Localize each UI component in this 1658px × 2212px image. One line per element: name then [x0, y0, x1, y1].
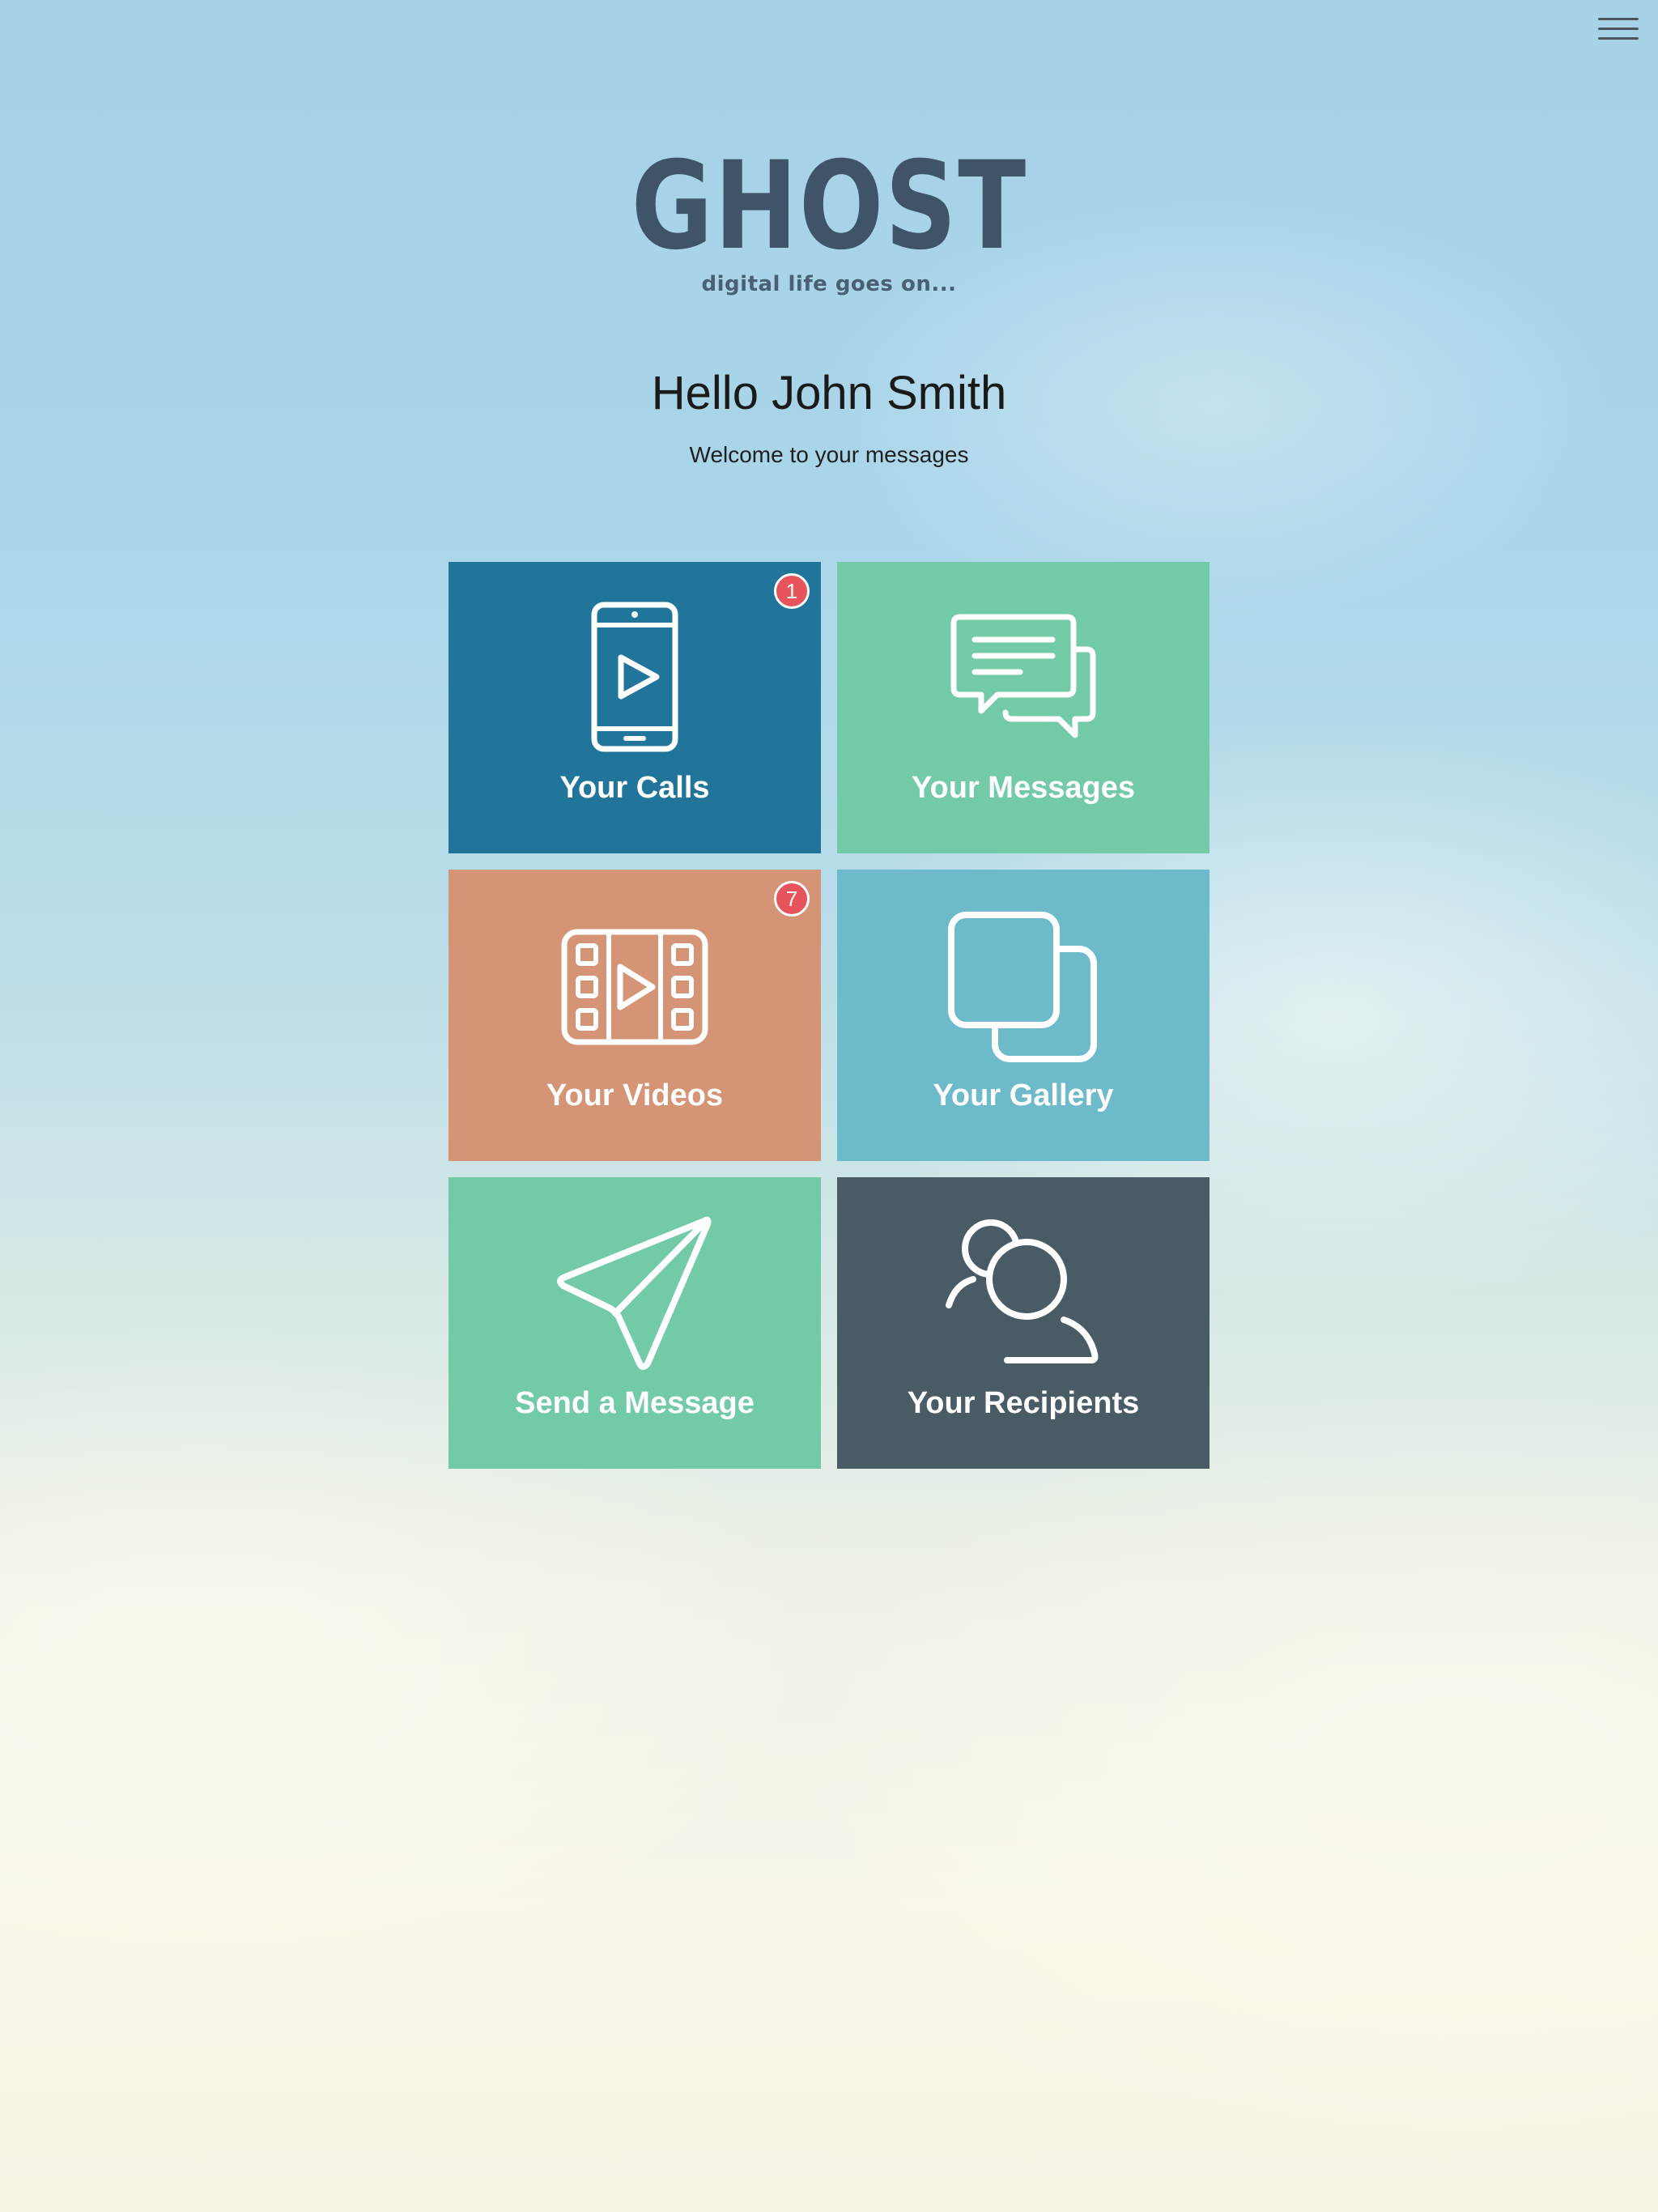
gallery-squares-icon	[948, 912, 1097, 1062]
send-a-message-tile[interactable]: Send a Message	[449, 1177, 821, 1469]
paper-plane-icon	[557, 1216, 712, 1370]
your-messages-label: Your Messages	[912, 771, 1135, 805]
send-a-message-label: Send a Message	[515, 1386, 755, 1420]
logo-wordmark: GHOST	[631, 136, 1027, 277]
film-strip-icon	[561, 929, 708, 1045]
your-videos-label: Your Videos	[546, 1078, 724, 1112]
dashboard-screen: { "logo": { "wordmark": "GHOST", "taglin…	[0, 0, 1658, 2212]
your-gallery-label: Your Gallery	[933, 1078, 1114, 1112]
your-gallery-tile[interactable]: Your Gallery	[837, 870, 1209, 1161]
your-recipients-tile[interactable]: Your Recipients	[837, 1177, 1209, 1469]
menu-line	[1598, 28, 1639, 30]
phone-video-icon	[591, 602, 678, 752]
your-calls-label: Your Calls	[559, 771, 710, 805]
page-title: Hello John Smith	[651, 367, 1007, 419]
videos-count-badge: 7	[774, 881, 810, 917]
ghost-logo: GHOST digital life goes on...	[0, 146, 1658, 296]
menu-line	[1598, 18, 1639, 20]
your-recipients-label: Your Recipients	[907, 1386, 1140, 1420]
page-subtitle: Welcome to your messages	[689, 442, 969, 467]
calls-count-badge: 1	[774, 573, 810, 609]
hamburger-menu-icon[interactable]	[1598, 15, 1639, 50]
chat-bubbles-icon	[950, 614, 1096, 738]
your-messages-tile[interactable]: Your Messages	[837, 562, 1209, 853]
your-calls-tile[interactable]: Your Calls 1	[449, 562, 821, 853]
people-icon	[946, 1219, 1099, 1363]
your-videos-tile[interactable]: Your Videos 7	[449, 870, 821, 1161]
menu-line	[1598, 37, 1639, 40]
